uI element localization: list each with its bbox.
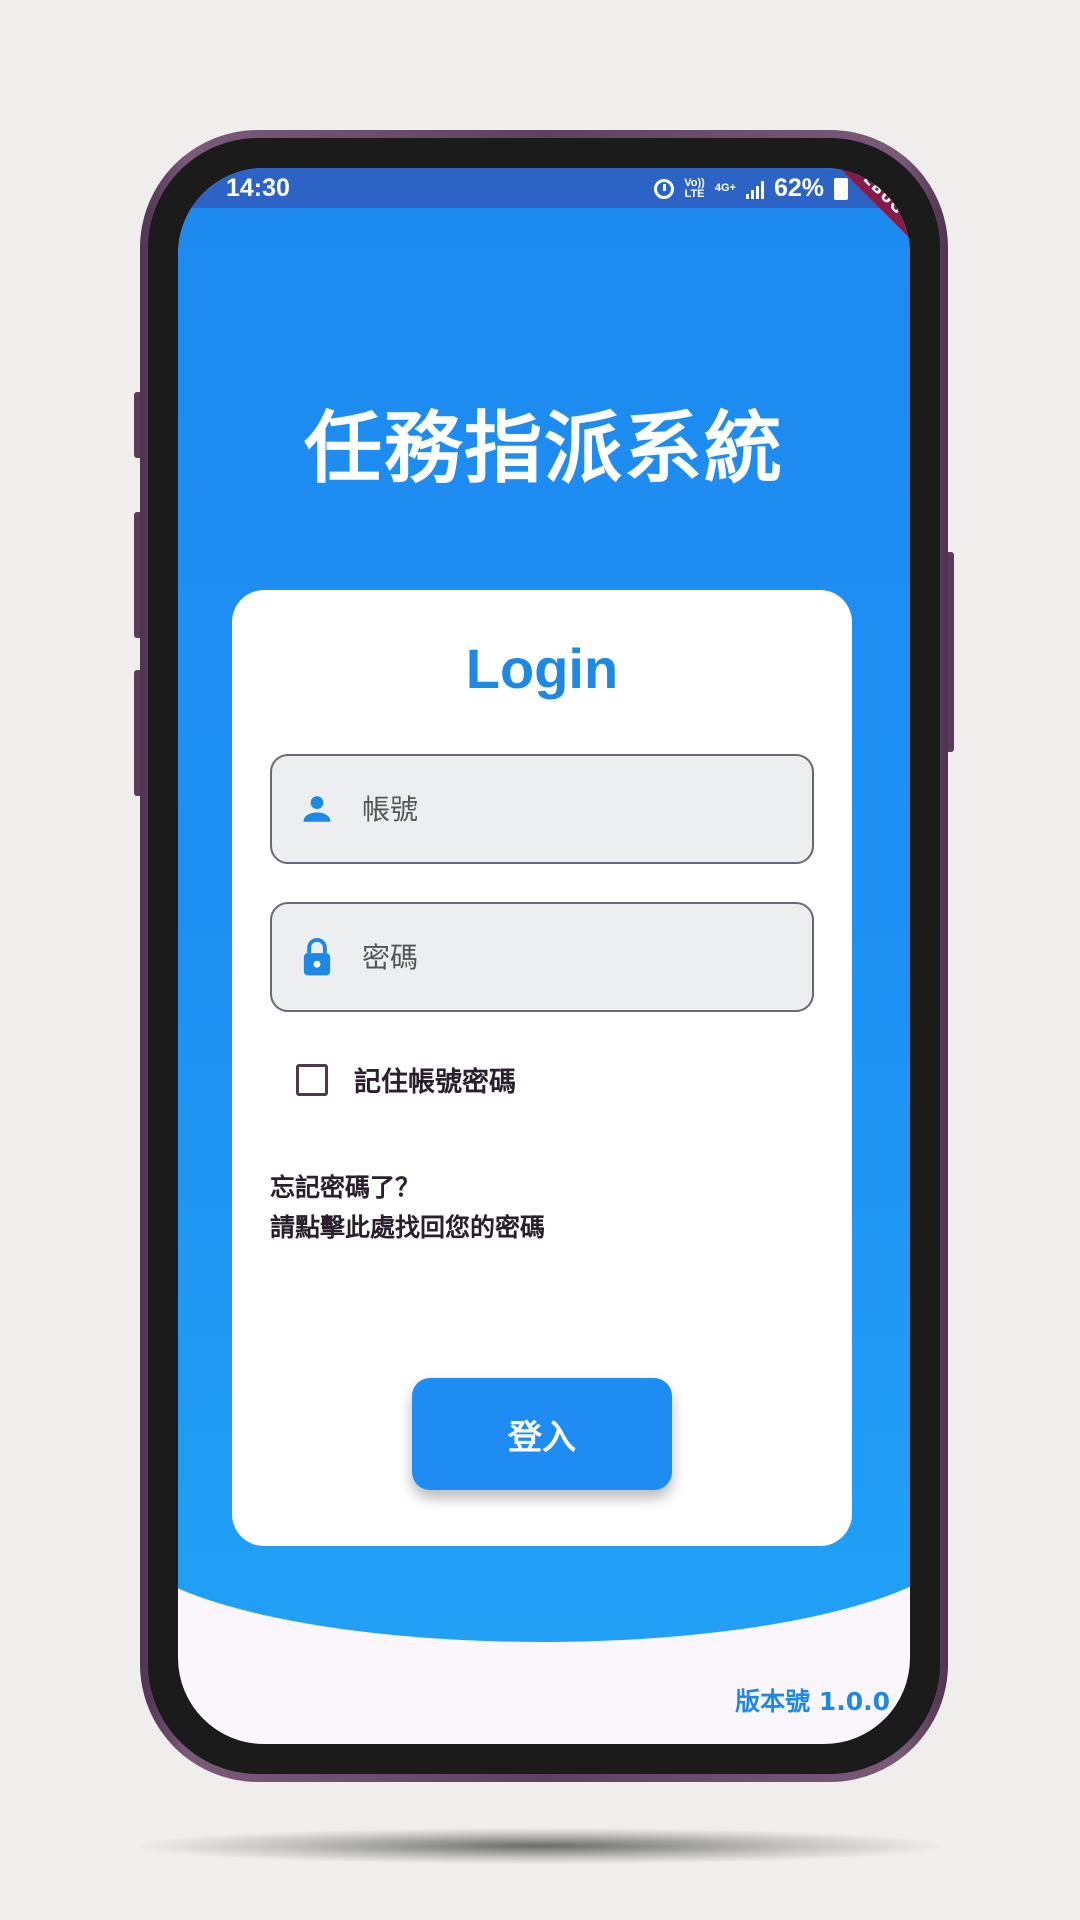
version-label: 版本號 1.0.0 — [735, 1687, 890, 1716]
login-card: Login 帳號 記住帳號密碼 忘記密碼了？ 請點擊此處找回您的密碼 登入 — [232, 590, 852, 1546]
battery-icon — [834, 177, 848, 200]
lte-label: LTE — [684, 187, 705, 200]
forgot-line-1[interactable]: 忘記密碼了？ — [270, 1168, 545, 1208]
username-input[interactable] — [362, 779, 782, 839]
phone-bezel: 14:30 Vo)) LTE 4G+ 62% DEBUG 任務指派系統 Logi… — [148, 138, 940, 1774]
phone-frame: 14:30 Vo)) LTE 4G+ 62% DEBUG 任務指派系統 Logi… — [140, 130, 948, 1782]
forgot-password-link[interactable]: 忘記密碼了？ 請點擊此處找回您的密碼 — [270, 1168, 545, 1248]
status-time: 14:30 — [226, 174, 290, 202]
phone-screen: 14:30 Vo)) LTE 4G+ 62% DEBUG 任務指派系統 Logi… — [178, 168, 910, 1744]
password-input[interactable] — [362, 927, 782, 987]
app-title: 任務指派系統 — [303, 404, 784, 494]
battery-percent: 62% — [773, 174, 824, 202]
password-field[interactable] — [270, 902, 814, 1012]
remember-checkbox[interactable] — [296, 1063, 328, 1096]
network-type: 4G+ — [714, 182, 736, 194]
signal-icon — [745, 179, 764, 199]
remember-row[interactable]: 記住帳號密碼 — [296, 1060, 516, 1099]
device-mockup: 14:30 Vo)) LTE 4G+ 62% DEBUG 任務指派系統 Logi… — [0, 0, 1080, 1920]
volte-indicator: Vo)) LTE — [684, 177, 705, 200]
floor-shadow — [140, 1828, 940, 1864]
lock-icon — [272, 936, 362, 978]
status-icons: Vo)) LTE 4G+ 62% — [654, 174, 848, 203]
login-title: Login — [465, 637, 619, 700]
username-field[interactable] — [270, 754, 814, 864]
forgot-line-2[interactable]: 請點擊此處找回您的密碼 — [270, 1208, 545, 1248]
status-bar: 14:30 Vo)) LTE 4G+ 62% — [178, 168, 910, 208]
person-icon — [272, 792, 362, 826]
login-button[interactable]: 登入 — [412, 1378, 672, 1490]
alarm-icon — [654, 178, 675, 199]
remember-label[interactable]: 記住帳號密碼 — [354, 1060, 516, 1099]
